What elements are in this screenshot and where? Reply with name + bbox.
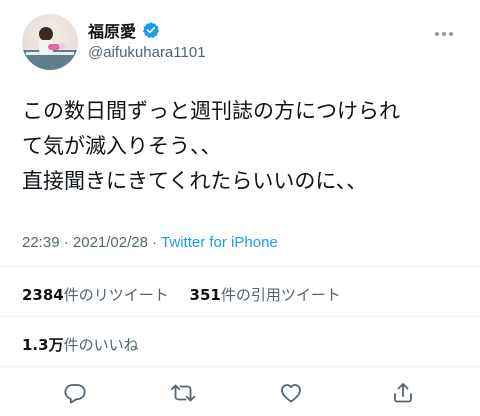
reply-icon [64, 384, 86, 404]
more-dot-icon [435, 32, 439, 36]
tweet-text-line: 直接聞きにきてくれたらいいのに、、 [22, 169, 368, 193]
more-options-button[interactable] [430, 22, 458, 46]
retweets-stat[interactable]: 2384件のリツイート [22, 284, 169, 305]
tweet-card: 福原愛 @aifukuhara1101 この数日間ずっと週刊誌の方につけられ て… [0, 0, 480, 416]
share-button[interactable] [386, 376, 420, 410]
tweet-meta: 22:39 · 2021/02/28 · Twitter for iPhone [22, 234, 278, 251]
like-icon [281, 384, 301, 403]
tweet-date[interactable]: 2021/02/28 [73, 234, 148, 251]
likes-count: 1.3万 [22, 336, 64, 354]
retweet-button[interactable] [166, 376, 200, 410]
quotes-stat[interactable]: 351件の引用ツイート [190, 284, 341, 305]
meta-separator: · [152, 234, 162, 251]
retweets-count: 2384 [22, 286, 64, 304]
tweet-text: この数日間ずっと週刊誌の方につけられ て気が滅入りそう、、 直接聞きにきてくれた… [22, 94, 462, 199]
more-dot-icon [449, 32, 453, 36]
display-name[interactable]: 福原愛 [88, 18, 136, 42]
tweet-time[interactable]: 22:39 [22, 234, 60, 251]
likes-label: 件のいいね [63, 336, 139, 354]
name-row: 福原愛 [88, 18, 160, 42]
action-bar [0, 370, 480, 416]
reply-button[interactable] [58, 376, 92, 410]
engagement-stats: 2384件のリツイート 351件の引用ツイート [22, 284, 341, 305]
verified-badge-icon [142, 21, 160, 39]
retweets-label: 件のリツイート [63, 286, 169, 304]
divider [0, 316, 480, 317]
likes-stat[interactable]: 1.3万件のいいね [22, 334, 139, 355]
tweet-text-line: て気が滅入りそう、、 [22, 134, 222, 158]
quotes-count: 351 [189, 286, 221, 304]
avatar-image [22, 27, 78, 70]
divider [0, 266, 480, 267]
share-icon [394, 383, 412, 403]
user-handle[interactable]: @aifukuhara1101 [88, 44, 206, 61]
more-dot-icon [442, 32, 446, 36]
meta-separator: · [63, 234, 73, 251]
tweet-text-line: この数日間ずっと週刊誌の方につけられ [22, 99, 400, 123]
retweet-icon [170, 384, 196, 402]
divider [0, 366, 480, 367]
quotes-label: 件の引用ツイート [220, 286, 341, 304]
tweet-source-link[interactable]: Twitter for iPhone [161, 234, 278, 251]
like-button[interactable] [274, 376, 308, 410]
avatar[interactable] [22, 14, 78, 70]
